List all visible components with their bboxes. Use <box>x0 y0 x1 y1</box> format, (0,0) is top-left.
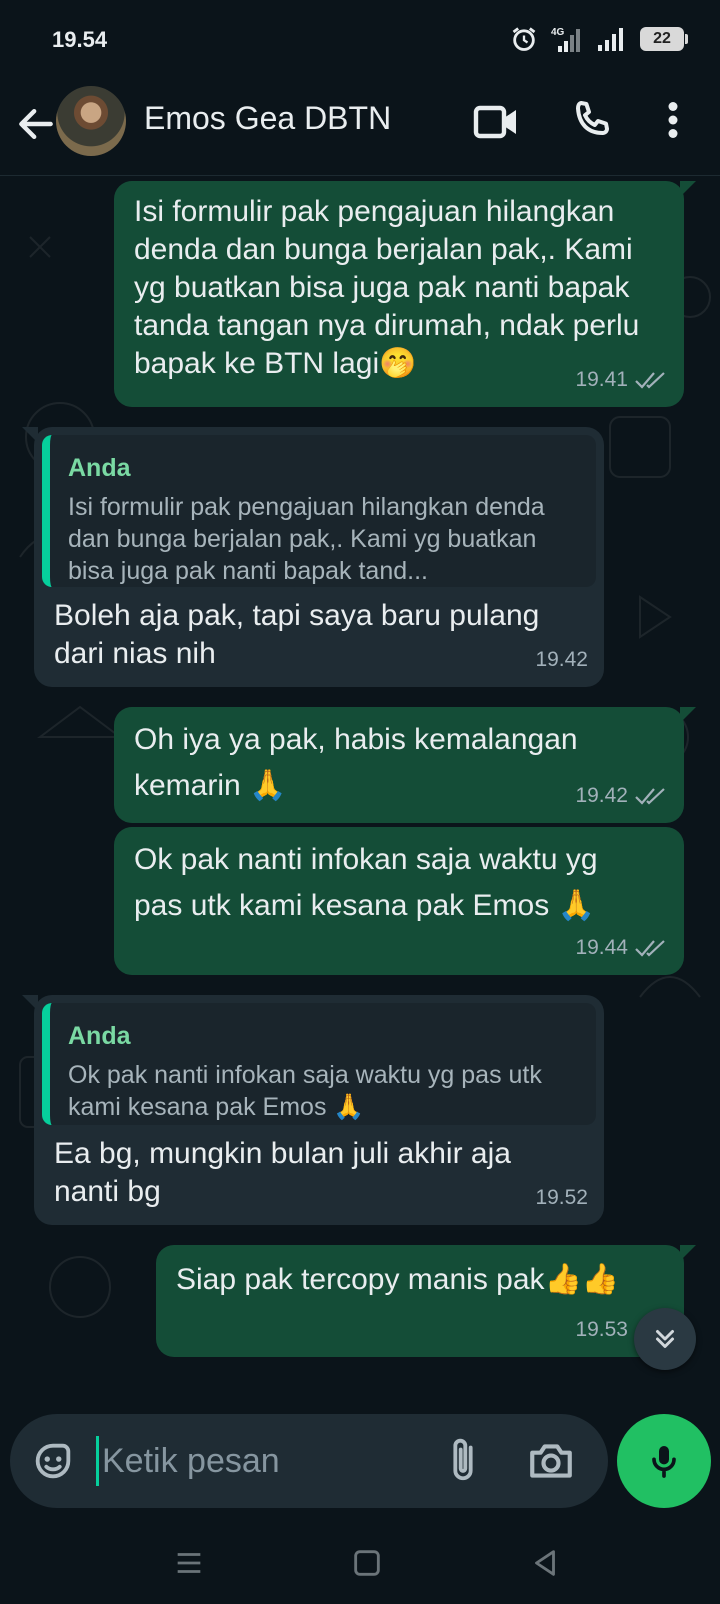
message-text: Isi formulir pak pengajuan hilangkan den… <box>134 195 640 380</box>
scroll-to-bottom-button[interactable] <box>634 1308 696 1370</box>
message-meta: 19.41 <box>575 361 668 399</box>
message-time: 19.52 <box>535 1186 588 1209</box>
message-meta: 19.52 <box>535 1179 588 1217</box>
microphone-icon <box>652 1446 676 1478</box>
quote-author: Anda <box>68 1022 131 1050</box>
message-text: Ea bg, mungkin bulan juli akhir aja nant… <box>54 1137 511 1208</box>
message-time: 19.42 <box>575 784 628 807</box>
message-text: Ok pak nanti infokan saja waktu yg pas u… <box>134 843 598 922</box>
message-time: 19.42 <box>535 648 588 671</box>
sticker-emoji-icon[interactable] <box>30 1438 76 1484</box>
contact-name[interactable]: Emos Gea DBTN <box>144 100 391 137</box>
quoted-message[interactable]: Anda Ok pak nanti infokan saja waktu yg … <box>42 1003 596 1125</box>
recent-apps-icon[interactable] <box>172 1546 206 1580</box>
message-bubble-incoming[interactable]: Anda Ok pak nanti infokan saja waktu yg … <box>22 995 604 1225</box>
video-call-icon[interactable] <box>472 98 520 146</box>
message-input[interactable] <box>102 1438 422 1484</box>
double-check-icon <box>635 372 665 389</box>
message-composer[interactable] <box>10 1414 608 1508</box>
message-text: Boleh aja pak, tapi saya baru pulang dar… <box>54 599 540 670</box>
status-time: 19.54 <box>52 27 108 52</box>
message-bubble-outgoing[interactable]: Oh iya ya pak, habis kemalangan kemarin … <box>114 707 696 823</box>
message-meta: 19.44 <box>575 929 668 967</box>
signal-4g-icon: 4G <box>551 27 580 52</box>
message-text: Siap pak tercopy manis pak👍👍 <box>176 1263 620 1296</box>
composer-bar <box>0 1414 720 1518</box>
status-bar: 19.54 4G 22 <box>0 0 720 80</box>
double-check-icon <box>635 788 665 805</box>
quote-text: Ok pak nanti infokan saja waktu yg pas u… <box>68 1061 542 1121</box>
message-bubble-outgoing[interactable]: Isi formulir pak pengajuan hilangkan den… <box>114 181 696 407</box>
paperclip-icon[interactable] <box>440 1436 486 1486</box>
voice-message-button[interactable] <box>617 1414 711 1508</box>
camera-icon[interactable] <box>526 1436 576 1486</box>
nav-back-icon[interactable] <box>528 1546 562 1580</box>
message-time: 19.53 <box>575 1318 628 1341</box>
more-vert-icon[interactable] <box>655 96 691 144</box>
contact-avatar[interactable] <box>56 86 126 156</box>
double-check-icon <box>635 940 665 957</box>
quoted-message[interactable]: Anda Isi formulir pak pengajuan hilangka… <box>42 435 596 587</box>
signal-icon <box>598 28 623 51</box>
message-time: 19.44 <box>575 936 628 959</box>
chat-header: Emos Gea DBTN <box>0 80 720 176</box>
quote-author: Anda <box>68 454 131 482</box>
svg-text:4G: 4G <box>551 27 565 38</box>
chevron-double-down-icon <box>656 1330 674 1348</box>
message-meta: 19.42 <box>535 641 588 679</box>
home-icon[interactable] <box>350 1546 384 1580</box>
message-text: Oh iya ya pak, habis kemalangan kemarin … <box>134 723 578 802</box>
system-nav-bar <box>0 1518 720 1604</box>
text-cursor <box>96 1436 99 1486</box>
message-meta: 19.42 <box>575 777 668 815</box>
phone-icon[interactable] <box>568 96 616 144</box>
message-time: 19.41 <box>575 368 628 391</box>
message-bubble-outgoing[interactable]: Ok pak nanti infokan saja waktu yg pas u… <box>114 827 684 975</box>
status-icons: 4G 22 <box>510 24 688 54</box>
message-bubble-incoming[interactable]: Anda Isi formulir pak pengajuan hilangka… <box>22 427 604 687</box>
alarm-icon <box>512 27 536 51</box>
message-bubble-outgoing[interactable]: Siap pak tercopy manis pak👍👍 19.53 <box>156 1245 696 1357</box>
back-arrow-icon[interactable] <box>14 102 58 146</box>
quote-text: Isi formulir pak pengajuan hilangkan den… <box>68 493 545 585</box>
chat-area[interactable]: Isi formulir pak pengajuan hilangkan den… <box>0 177 720 1414</box>
battery-indicator: 22 <box>640 27 688 51</box>
